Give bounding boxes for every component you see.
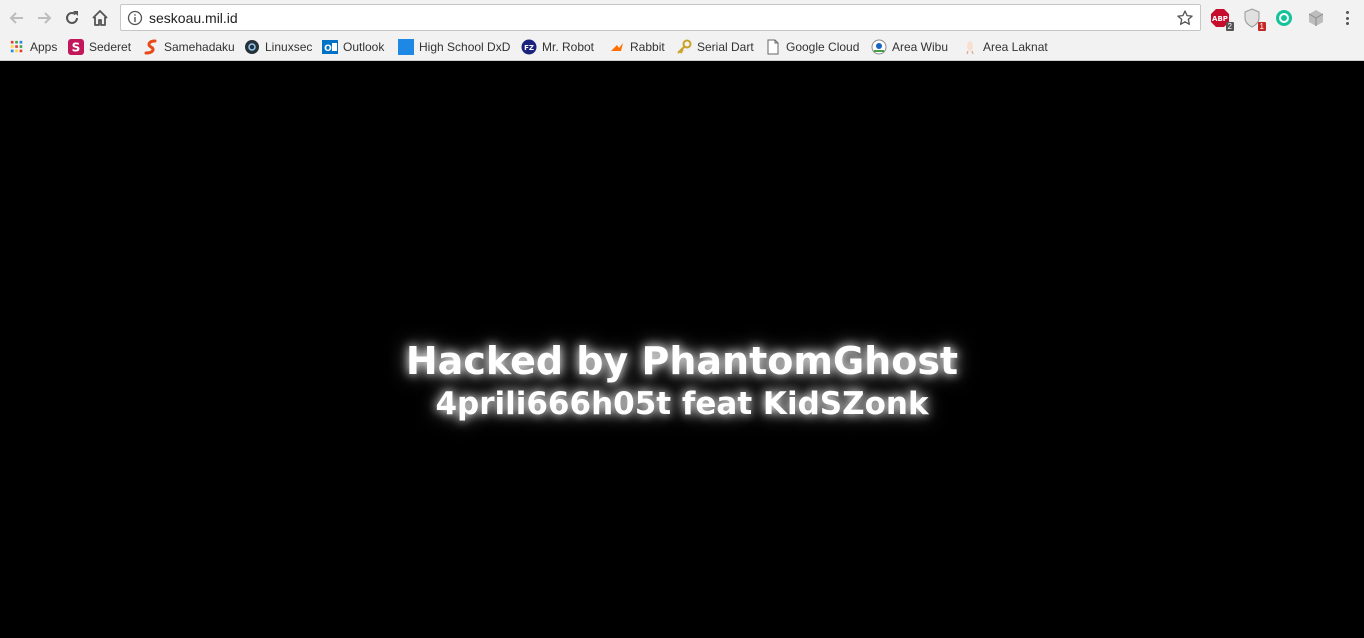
bookmark-label: Mr. Robot: [542, 40, 595, 54]
bookmark-samehadaku[interactable]: Samehadaku: [143, 38, 235, 56]
bookmark-label: High School DxD: [419, 40, 511, 54]
blue-square-icon: [398, 39, 414, 55]
bookmark-area-laknat[interactable]: Area Laknat: [962, 38, 1048, 56]
back-button[interactable]: [5, 6, 29, 30]
deface-headline: Hacked by PhantomGhost: [405, 339, 959, 383]
bookmark-label: Sederet: [89, 40, 132, 54]
bookmark-star-icon[interactable]: [1176, 9, 1194, 27]
bookmarks-bar: Apps S Sederet Samehadaku Linuxsec O Out…: [0, 35, 1364, 60]
browser-chrome: seskoau.mil.id ABP 2 1 Apps S Sederet Sa…: [0, 0, 1364, 61]
bookmark-label: Area Wibu: [892, 40, 949, 54]
arrow-left-icon: [9, 12, 23, 24]
bookmark-label: Linuxsec: [265, 40, 313, 54]
bookmark-outlook[interactable]: O Outlook: [322, 38, 384, 56]
url-text: seskoau.mil.id: [149, 10, 238, 26]
grammarly-extension[interactable]: [1274, 8, 1294, 28]
bookmark-sederet[interactable]: S Sederet: [68, 38, 131, 56]
bookmark-area-wibu[interactable]: Area Wibu: [871, 38, 948, 56]
outlook-icon: O: [322, 39, 338, 55]
bookmark-label: Apps: [30, 40, 58, 54]
browser-menu-button[interactable]: [1338, 9, 1356, 27]
bookmark-label: Serial Dart: [697, 40, 754, 54]
deface-subheadline: 4prili666h05t feat KidSZonk: [435, 386, 929, 422]
linuxsec-icon: [244, 39, 260, 55]
bookmark-label: Area Laknat: [983, 40, 1048, 54]
grammarly-icon: [1276, 10, 1292, 26]
cube-icon: [1308, 10, 1324, 26]
wibu-icon: [871, 39, 887, 55]
bookmark-rabbit[interactable]: Rabbit: [609, 38, 665, 56]
bookmark-apps[interactable]: Apps: [9, 38, 57, 56]
bookmark-mr-robot[interactable]: FZ Mr. Robot: [521, 38, 594, 56]
svg-text:O: O: [324, 44, 332, 54]
bookmark-google-cloud[interactable]: Google Cloud: [765, 38, 859, 56]
apps-grid-icon: [9, 39, 25, 55]
key-icon: [676, 39, 692, 55]
adblock-plus-extension[interactable]: ABP 2: [1210, 8, 1234, 31]
bookmark-label: Outlook: [343, 40, 385, 54]
shield-badge: 1: [1257, 22, 1266, 31]
fz-icon: FZ: [521, 39, 537, 55]
menu-dot-icon: [1345, 22, 1349, 25]
address-bar[interactable]: seskoau.mil.id: [120, 4, 1201, 31]
arrow-right-icon: [38, 12, 52, 24]
menu-dot-icon: [1345, 16, 1349, 20]
browser-toolbar: seskoau.mil.id ABP 2 1: [0, 0, 1364, 35]
home-button[interactable]: [88, 6, 112, 30]
rabbit-icon: [609, 39, 625, 55]
shield-extension[interactable]: 1: [1242, 8, 1266, 31]
forward-button[interactable]: [32, 6, 56, 30]
svg-text:S: S: [72, 41, 81, 55]
info-icon[interactable]: [127, 10, 143, 26]
cube-extension[interactable]: [1306, 8, 1326, 28]
web-page-content: Hacked by PhantomGhost 4prili666h05t fea…: [0, 61, 1364, 638]
bookmark-label: Samehadaku: [164, 40, 235, 54]
adblock-badge: 2: [1225, 22, 1234, 31]
bookmark-linuxsec[interactable]: Linuxsec: [244, 38, 312, 56]
reload-button[interactable]: [60, 6, 84, 30]
page-icon: [765, 39, 781, 55]
bookmark-high-school-dxd[interactable]: High School DxD: [398, 38, 510, 56]
bookmark-label: Rabbit: [630, 40, 665, 54]
bookmark-serial-dart[interactable]: Serial Dart: [676, 38, 754, 56]
reload-icon: [66, 11, 78, 24]
samehadaku-icon: [143, 39, 159, 55]
bookmark-label: Google Cloud: [786, 40, 860, 54]
svg-text:FZ: FZ: [524, 44, 534, 52]
sederet-icon: S: [68, 39, 84, 55]
menu-dot-icon: [1345, 11, 1349, 14]
home-icon: [92, 10, 108, 26]
laknat-icon: [962, 39, 978, 55]
